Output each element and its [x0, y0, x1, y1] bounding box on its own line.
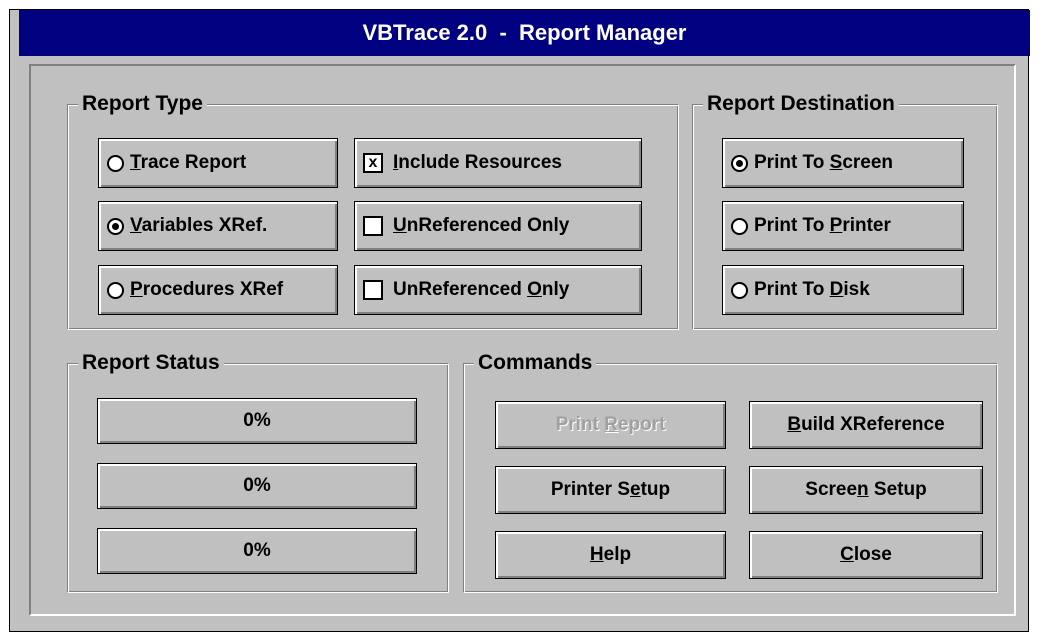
- status-progress-label-1: 0%: [243, 410, 271, 431]
- status-progress-bar-1: 0%: [97, 398, 417, 444]
- unreferenced-only-checkbox-1[interactable]: [363, 216, 383, 236]
- status-progress-label-2: 0%: [243, 475, 271, 496]
- screen-setup-label: Screen Setup: [805, 479, 927, 500]
- report-manager-window: VBTrace 2.0 - Report Manager Report Type…: [9, 9, 1030, 632]
- variables-xref-option[interactable]: Variables XRef.: [98, 201, 338, 251]
- report-status-group: Report Status 0% 0% 0%: [67, 350, 449, 593]
- printer-setup-label: Printer Setup: [550, 479, 671, 500]
- unreferenced-only-label-2: UnReferenced Only: [393, 279, 570, 300]
- print-to-screen-option[interactable]: Print To Screen: [722, 138, 964, 188]
- close-button[interactable]: Close: [749, 531, 983, 579]
- print-to-disk-label: Print To Disk: [754, 279, 870, 300]
- print-to-screen-radio[interactable]: [731, 154, 748, 172]
- help-label: Help: [589, 544, 632, 565]
- procedures-xref-option[interactable]: Procedures XRef: [98, 265, 338, 315]
- report-status-legend: Report Status: [78, 350, 224, 376]
- procedures-xref-radio[interactable]: [107, 281, 124, 299]
- dialog-body: Report Type Trace Report Variables XRef.…: [29, 64, 1016, 616]
- unreferenced-only-option-1[interactable]: UnReferenced Only: [354, 201, 642, 251]
- close-label: Close: [840, 544, 892, 565]
- print-to-disk-radio[interactable]: [731, 281, 748, 299]
- print-to-disk-option[interactable]: Print To Disk: [722, 265, 964, 315]
- commands-group: Commands Print Report Build XReference P…: [463, 350, 998, 593]
- print-to-printer-option[interactable]: Print To Printer: [722, 201, 964, 251]
- procedures-xref-label: Procedures XRef: [130, 279, 284, 300]
- unreferenced-only-option-2[interactable]: UnReferenced Only: [354, 265, 642, 315]
- variables-xref-radio[interactable]: [107, 217, 124, 235]
- build-xreference-button[interactable]: Build XReference: [749, 401, 983, 449]
- status-progress-label-3: 0%: [243, 540, 271, 561]
- report-type-group: Report Type Trace Report Variables XRef.…: [67, 91, 679, 330]
- report-destination-group: Report Destination Print To Screen Print…: [692, 91, 998, 330]
- print-to-screen-label: Print To Screen: [754, 152, 894, 173]
- print-report-button[interactable]: Print Report: [495, 401, 726, 449]
- print-report-label: Print Report: [555, 414, 666, 435]
- status-progress-bar-2: 0%: [97, 463, 417, 509]
- include-resources-label: Include Resources: [393, 152, 562, 173]
- report-type-legend: Report Type: [78, 91, 207, 117]
- screen-setup-button[interactable]: Screen Setup: [749, 466, 983, 514]
- commands-legend: Commands: [474, 350, 597, 376]
- printer-setup-button[interactable]: Printer Setup: [495, 466, 726, 514]
- include-resources-checkbox[interactable]: x: [363, 153, 383, 173]
- help-button[interactable]: Help: [495, 531, 726, 579]
- report-destination-legend: Report Destination: [703, 91, 899, 117]
- print-to-printer-label: Print To Printer: [754, 215, 891, 236]
- include-resources-option[interactable]: x Include Resources: [354, 138, 642, 188]
- status-progress-bar-3: 0%: [97, 528, 417, 574]
- unreferenced-only-checkbox-2[interactable]: [363, 280, 383, 300]
- window-title: VBTrace 2.0 - Report Manager: [19, 10, 1030, 56]
- unreferenced-only-label-1: UnReferenced Only: [393, 215, 570, 236]
- print-to-printer-radio[interactable]: [731, 217, 748, 235]
- build-xreference-label: Build XReference: [787, 414, 945, 435]
- variables-xref-label: Variables XRef.: [130, 215, 268, 236]
- trace-report-radio[interactable]: [107, 154, 124, 172]
- trace-report-label: Trace Report: [130, 152, 247, 173]
- trace-report-option[interactable]: Trace Report: [98, 138, 338, 188]
